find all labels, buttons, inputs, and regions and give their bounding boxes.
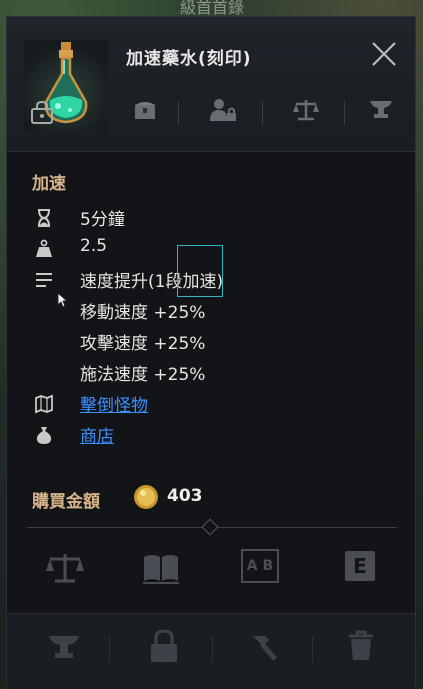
anvil-icon[interactable] — [368, 97, 394, 123]
mouse-cursor-icon — [57, 292, 69, 308]
price-value: 403 — [167, 486, 203, 506]
weight-icon — [34, 239, 54, 259]
ab-swap-button[interactable]: A B — [241, 549, 279, 583]
hammer-icon — [247, 632, 281, 664]
shop-link[interactable]: 商店 — [80, 422, 114, 447]
price-label: 購買金額 — [32, 487, 100, 512]
equip-button[interactable]: E — [345, 551, 375, 581]
guide-book-button[interactable] — [141, 551, 181, 585]
item-header: 加速藥水(刻印) — [7, 17, 415, 152]
map-icon — [34, 394, 54, 414]
compare-button[interactable] — [45, 551, 85, 585]
anvil-icon — [47, 632, 81, 662]
gold-coin-icon — [133, 484, 159, 510]
monster-drop-link[interactable]: 擊倒怪物 — [80, 391, 148, 416]
cast-speed-text: 施法速度 +25% — [80, 360, 205, 385]
action-bar-secondary — [7, 613, 415, 689]
weight-text: 2.5 — [80, 236, 107, 256]
dismantle-button[interactable] — [247, 632, 281, 664]
trash-icon — [347, 630, 375, 662]
hourglass-icon — [34, 208, 54, 228]
money-bag-icon — [34, 425, 54, 445]
delete-button[interactable] — [347, 630, 375, 662]
lock-icon — [147, 628, 181, 664]
stat-row-attack-speed: 攻擊速度 +25% — [7, 329, 415, 357]
lock-icon — [30, 100, 54, 124]
attack-speed-text: 攻擊速度 +25% — [80, 329, 205, 354]
action-bar-primary: A B E — [7, 537, 415, 607]
list-icon — [34, 270, 54, 290]
e-key-icon: E — [345, 551, 375, 581]
scale-icon[interactable] — [292, 97, 320, 123]
close-button[interactable] — [369, 39, 399, 69]
close-icon — [369, 39, 399, 69]
ab-icon: A B — [241, 549, 279, 583]
stat-row-duration: 5分鐘 — [7, 205, 415, 233]
craft-button[interactable] — [47, 632, 81, 662]
book-icon — [141, 551, 181, 585]
selection-highlight — [177, 245, 223, 297]
duration-text: 5分鐘 — [80, 205, 125, 230]
scale-icon — [45, 551, 85, 585]
divider-ornament — [202, 519, 219, 536]
lock-item-button[interactable] — [147, 628, 181, 664]
chest-icon[interactable] — [132, 97, 158, 123]
stat-row-shop: 商店 — [7, 422, 415, 450]
item-icon-frame — [24, 40, 108, 130]
item-tooltip-panel: 加速藥水(刻印) — [6, 16, 416, 687]
stat-row-cast-speed: 施法速度 +25% — [7, 360, 415, 388]
header-action-icons — [112, 97, 412, 127]
move-speed-text: 移動速度 +25% — [80, 298, 205, 323]
item-category: 加速 — [32, 169, 66, 194]
stat-row-source: 擊倒怪物 — [7, 391, 415, 419]
player-lock-icon[interactable] — [208, 97, 238, 123]
item-name: 加速藥水(刻印) — [126, 44, 252, 69]
